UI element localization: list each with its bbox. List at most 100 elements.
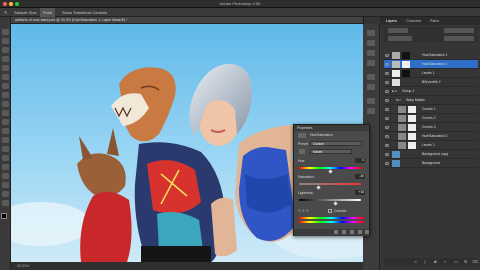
new-group-icon[interactable]: ▭	[454, 258, 458, 266]
layer-mask-thumbnail[interactable]	[402, 52, 410, 59]
lightness-slider-knob[interactable]	[333, 201, 338, 206]
eyedropper-tool-icon[interactable]	[2, 74, 9, 80]
layer-opacity-field[interactable]	[444, 28, 474, 33]
actions-panel-icon[interactable]	[367, 40, 375, 46]
layer-row[interactable]: Levels 1	[384, 69, 478, 78]
layer-mask-thumbnail[interactable]	[408, 124, 416, 131]
blend-mode-select[interactable]	[388, 36, 412, 41]
swatches-panel-icon[interactable]	[367, 98, 375, 104]
brush-tool-icon[interactable]	[2, 92, 9, 98]
sample-size-select[interactable]: Point	[40, 8, 56, 17]
layer-mask-thumbnail[interactable]	[402, 70, 410, 77]
visibility-eye-icon[interactable]	[385, 126, 389, 129]
saturation-value[interactable]: -40	[355, 174, 365, 179]
quick-select-tool-icon[interactable]	[2, 56, 9, 62]
saturation-slider-track[interactable]	[299, 183, 361, 185]
visibility-eye-icon[interactable]	[385, 99, 389, 102]
foreground-color-swatch[interactable]	[1, 213, 7, 219]
layer-row[interactable]: BW-profile 2	[384, 78, 478, 87]
delete-layer-icon[interactable]: ⌫	[472, 258, 478, 266]
layer-row[interactable]: Background	[384, 159, 478, 168]
gradient-tool-icon[interactable]	[2, 128, 9, 134]
layer-row[interactable]: Levels 2	[384, 141, 478, 150]
lasso-tool-icon[interactable]	[2, 47, 9, 53]
history-panel-icon[interactable]	[367, 30, 375, 36]
tab-layers[interactable]: Layers	[386, 17, 397, 25]
eyedropper-icons[interactable]: ✎ ✎ ✎	[298, 209, 309, 213]
visibility-eye-icon[interactable]	[385, 108, 389, 111]
tab-channels[interactable]: Channels	[406, 17, 421, 25]
visibility-eye-icon[interactable]	[385, 90, 389, 93]
visibility-eye-icon[interactable]	[385, 81, 389, 84]
lightness-value[interactable]: +15	[355, 190, 365, 195]
visibility-eye-icon[interactable]	[385, 135, 389, 138]
layer-row-selected[interactable]: Hue/Saturation 2	[384, 60, 478, 69]
delete-icon[interactable]	[365, 230, 369, 234]
healing-brush-tool-icon[interactable]	[2, 83, 9, 89]
zoom-tool-icon[interactable]	[2, 200, 9, 206]
layer-mask-thumbnail[interactable]	[402, 61, 410, 68]
properties-panel-icon[interactable]	[367, 50, 375, 56]
properties-panel-title[interactable]: Properties	[294, 125, 369, 131]
shape-tool-icon[interactable]	[2, 182, 9, 188]
visibility-toggle-icon[interactable]	[358, 230, 362, 234]
layer-row[interactable]: Curves 2	[384, 114, 478, 123]
visibility-eye-icon[interactable]	[385, 72, 389, 75]
visibility-eye-icon[interactable]	[385, 117, 389, 120]
new-adjustment-icon[interactable]: ◐	[444, 258, 446, 266]
paragraph-panel-icon[interactable]	[367, 84, 375, 90]
marquee-tool-icon[interactable]	[2, 38, 9, 44]
hue-value[interactable]: 0	[355, 158, 365, 163]
layer-kind-filter[interactable]	[388, 28, 408, 33]
view-previous-icon[interactable]	[342, 230, 346, 234]
blur-tool-icon[interactable]	[2, 137, 9, 143]
clone-stamp-tool-icon[interactable]	[2, 101, 9, 107]
target-adjust-hand-icon[interactable]	[299, 149, 305, 154]
zoom-level[interactable]: 33.33%	[17, 264, 29, 268]
path-select-tool-icon[interactable]	[2, 173, 9, 179]
layer-row[interactable]: Curves 3	[384, 123, 478, 132]
visibility-eye-icon[interactable]	[385, 153, 389, 156]
history-brush-tool-icon[interactable]	[2, 110, 9, 116]
eraser-tool-icon[interactable]	[2, 119, 9, 125]
styles-panel-icon[interactable]	[367, 108, 375, 114]
eyedropper-tool-icon[interactable]: ✎	[4, 8, 7, 17]
layer-row[interactable]: Hue/Saturation 3	[384, 132, 478, 141]
add-mask-icon[interactable]: ◙	[434, 258, 436, 266]
layer-mask-thumbnail[interactable]	[408, 142, 416, 149]
hand-tool-icon[interactable]	[2, 191, 9, 197]
fx-icon[interactable]: ƒ	[424, 258, 426, 266]
adjustments-panel-icon[interactable]	[367, 60, 375, 66]
layer-group-row[interactable]: ▾▭ Warp Masks	[384, 96, 478, 105]
new-layer-icon[interactable]: ⊞	[464, 258, 467, 266]
layer-row[interactable]: Hue/Saturation 1	[384, 51, 478, 60]
document-tab[interactable]: artifacts of ours ward.psd @ 33.3% (Hue/…	[11, 17, 363, 24]
tab-paths[interactable]: Paths	[430, 17, 439, 25]
channel-select[interactable]: Master	[310, 149, 352, 154]
layer-group-row[interactable]: ▸▭ Group 1	[384, 87, 478, 96]
layer-mask-thumbnail[interactable]	[408, 106, 416, 113]
link-layers-icon[interactable]: ∞	[414, 258, 417, 266]
layer-fill-field[interactable]	[444, 36, 474, 41]
visibility-eye-icon[interactable]	[385, 63, 389, 66]
show-transform-checkbox[interactable]: Show Transform Controls	[62, 8, 107, 17]
lightness-slider-track[interactable]	[299, 199, 361, 201]
visibility-eye-icon[interactable]	[385, 144, 389, 147]
hue-slider-knob[interactable]	[328, 169, 333, 174]
character-panel-icon[interactable]	[367, 74, 375, 80]
dodge-tool-icon[interactable]	[2, 146, 9, 152]
preset-select[interactable]: Custom	[310, 141, 362, 146]
visibility-eye-icon[interactable]	[385, 54, 389, 57]
move-tool-icon[interactable]	[2, 29, 9, 35]
clip-to-layer-icon[interactable]	[334, 230, 338, 234]
visibility-eye-icon[interactable]	[385, 162, 389, 165]
layer-row[interactable]: Curves 1	[384, 105, 478, 114]
colorize-checkbox[interactable]	[328, 209, 332, 213]
crop-tool-icon[interactable]	[2, 65, 9, 71]
type-tool-icon[interactable]	[2, 164, 9, 170]
reset-icon[interactable]	[350, 230, 354, 234]
saturation-slider-knob[interactable]	[316, 185, 321, 190]
layer-mask-thumbnail[interactable]	[408, 133, 416, 140]
layer-row[interactable]: Background copy	[384, 150, 478, 159]
pen-tool-icon[interactable]	[2, 155, 9, 161]
